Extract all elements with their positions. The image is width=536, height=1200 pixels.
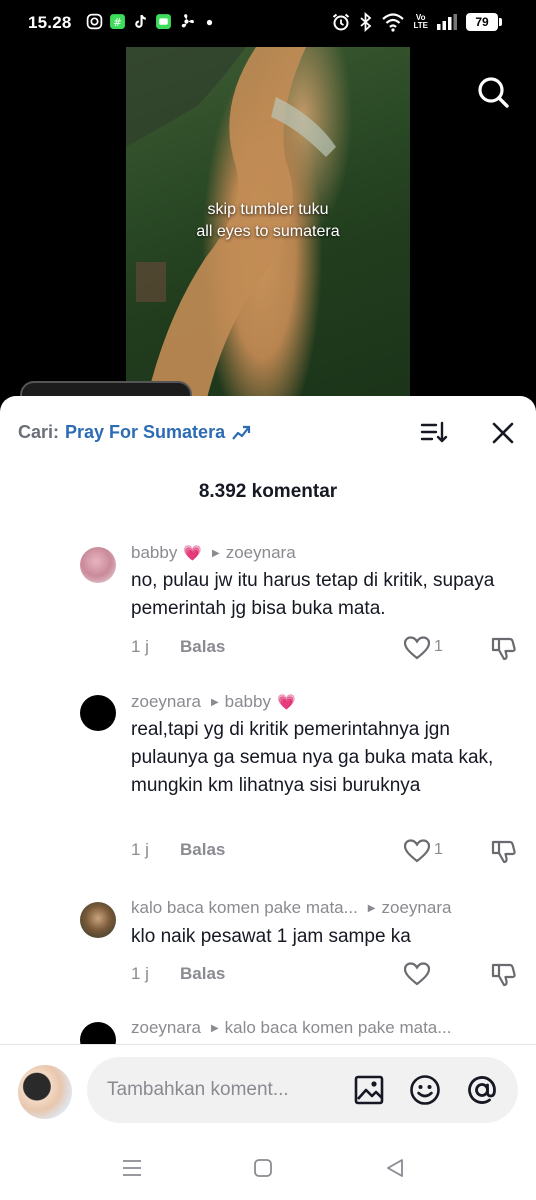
like-count: 1 bbox=[434, 841, 443, 858]
reply-arrow-icon: ▶ bbox=[367, 902, 376, 914]
sort-icon[interactable] bbox=[420, 420, 448, 446]
close-icon[interactable] bbox=[491, 421, 515, 445]
heart-outline-icon[interactable] bbox=[404, 636, 430, 660]
comment-author[interactable]: zoeynara bbox=[131, 692, 201, 712]
search-query[interactable]: Pray For Sumatera bbox=[65, 422, 225, 443]
comment-time: 1 j bbox=[131, 964, 149, 983]
thumbs-down-icon[interactable] bbox=[491, 961, 517, 987]
author-emoji: 💗 bbox=[183, 545, 203, 562]
message-icon bbox=[156, 14, 171, 29]
recent-apps-icon[interactable] bbox=[120, 1156, 144, 1180]
comment-input-container[interactable] bbox=[87, 1057, 518, 1123]
caption-line-2: all eyes to sumatera bbox=[196, 223, 340, 240]
reply-arrow-icon: ▶ bbox=[210, 696, 219, 708]
avatar[interactable] bbox=[80, 695, 116, 731]
user-avatar[interactable] bbox=[18, 1065, 72, 1119]
video-player[interactable]: skip tumbler tuku all eyes to sumatera bbox=[126, 47, 410, 402]
fan-icon bbox=[181, 14, 194, 28]
wifi-icon bbox=[382, 13, 405, 32]
caption-line-1: skip tumbler tuku bbox=[207, 201, 329, 218]
comment-text: no, pulau jw itu harus tetap di kritik, … bbox=[131, 570, 495, 619]
comment-author-line: zoeynara ▶ babby 💗 bbox=[131, 692, 296, 712]
reply-to-user[interactable]: kalo baca komen pake mata... bbox=[225, 1018, 452, 1038]
status-time: 15.28 bbox=[28, 13, 72, 32]
emoji-icon[interactable] bbox=[409, 1074, 441, 1106]
reply-button[interactable]: Balas bbox=[180, 840, 225, 860]
tiktok-icon bbox=[135, 14, 147, 28]
comment-author-line: kalo baca komen pake mata... ▶ zoeynara bbox=[131, 898, 451, 918]
svg-text:#: # bbox=[113, 16, 122, 29]
system-icons: Vo LTE 79 bbox=[331, 12, 502, 32]
comment-author[interactable]: babby bbox=[131, 543, 177, 563]
reply-arrow-icon: ▶ bbox=[212, 547, 220, 559]
reply-arrow-icon: ▶ bbox=[210, 1022, 219, 1034]
heart-outline-icon[interactable] bbox=[404, 839, 430, 863]
related-search-link[interactable]: Cari: Pray For Sumatera bbox=[18, 422, 251, 443]
search-prefix: Cari: bbox=[18, 422, 60, 442]
reply-button[interactable]: Balas bbox=[180, 637, 225, 657]
battery-indicator: 79 bbox=[466, 13, 502, 31]
reply-to-user[interactable]: babby bbox=[225, 692, 271, 712]
avatar[interactable] bbox=[80, 902, 116, 938]
like-count: 1 bbox=[434, 638, 443, 655]
bluetooth-icon bbox=[360, 12, 372, 32]
comment-input[interactable] bbox=[107, 1057, 337, 1123]
comment-text: klo naik pesawat 1 jam sampe ka bbox=[131, 926, 411, 947]
instagram-icon bbox=[86, 13, 103, 30]
comment-time: 1 j bbox=[131, 637, 149, 656]
search-icon[interactable] bbox=[475, 74, 511, 110]
comment-author-line: zoeynara ▶ kalo baca komen pake mata... bbox=[131, 1018, 451, 1038]
alarm-icon bbox=[333, 13, 350, 31]
comment-text: real,tapi yg di kritik pemerintahnya jgn… bbox=[131, 719, 494, 796]
comment-author[interactable]: zoeynara bbox=[131, 1018, 201, 1038]
reply-button[interactable]: Balas bbox=[180, 964, 225, 984]
reply-to-emoji: 💗 bbox=[276, 694, 296, 711]
system-navigation-bar bbox=[0, 1134, 536, 1200]
volte-indicator: Vo LTE bbox=[413, 13, 428, 30]
comment-input-bar bbox=[0, 1044, 536, 1134]
comment-count: 8.392 komentar bbox=[198, 481, 338, 502]
thumbs-down-icon[interactable] bbox=[491, 838, 517, 864]
dot-icon bbox=[206, 19, 213, 26]
notification-icons: # bbox=[86, 13, 218, 30]
reply-to-user[interactable]: zoeynara bbox=[382, 898, 452, 918]
reply-to-user[interactable]: zoeynara bbox=[226, 543, 296, 563]
heart-outline-icon[interactable] bbox=[404, 962, 430, 986]
signal-icon bbox=[437, 14, 457, 30]
back-icon[interactable] bbox=[383, 1156, 407, 1180]
video-caption: skip tumbler tuku all eyes to sumatera bbox=[126, 199, 410, 243]
comment-author-line: babby 💗 ▶ zoeynara bbox=[131, 543, 296, 563]
thumbs-down-icon[interactable] bbox=[491, 635, 517, 661]
app-notification-icon: # bbox=[110, 14, 125, 29]
comment-author[interactable]: kalo baca komen pake mata... bbox=[131, 898, 358, 918]
home-icon[interactable] bbox=[251, 1156, 275, 1180]
avatar[interactable] bbox=[80, 547, 116, 583]
image-icon[interactable] bbox=[353, 1074, 385, 1106]
trending-arrow-icon bbox=[232, 425, 251, 440]
comment-time: 1 j bbox=[131, 840, 149, 859]
status-bar: 15.28 # Vo LTE 79 bbox=[0, 0, 536, 46]
at-sign-icon[interactable] bbox=[466, 1074, 498, 1106]
